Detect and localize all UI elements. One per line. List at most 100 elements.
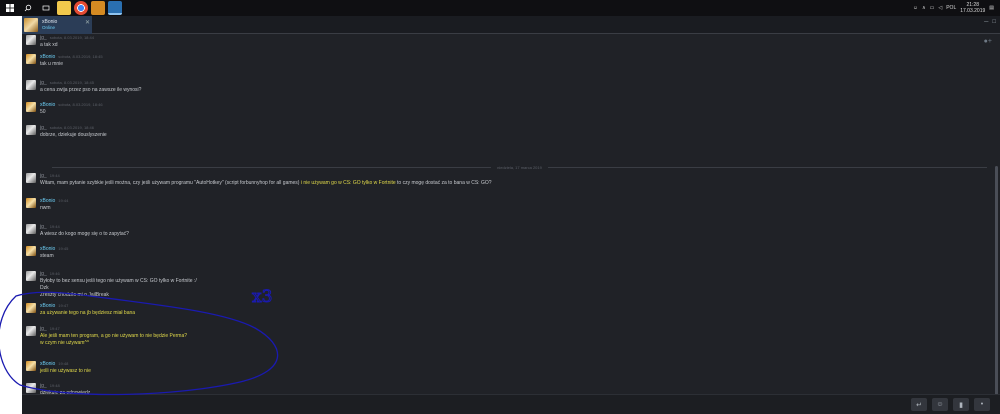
maximize-icon[interactable]: □ — [992, 19, 996, 25]
chat-message: jg_ 19:44 A wiesz do kogo mogę się o to za… — [26, 224, 129, 238]
avatar[interactable] — [26, 271, 36, 281]
send-icon[interactable]: ↵ — [911, 398, 927, 411]
chat-tab-strip: xBonio Online ✕ ─ □ — [22, 16, 1000, 34]
message-timestamp: 19:48 — [58, 361, 69, 366]
sender-name[interactable]: jg_ — [40, 271, 47, 277]
message-text: Witam, mam pytanie szybkie jeśli można, … — [40, 180, 492, 187]
message-timestamp: sobota, 8.03.2019, 18:46 — [58, 102, 103, 107]
screen: ☺ ∧ ▭ ◁ POL 21:28 17.03.2019 ▤ xBonio On… — [0, 0, 1000, 414]
avatar[interactable] — [26, 361, 36, 371]
chat-message: xBonio sobota, 8.03.2019, 18:46 50 — [26, 102, 103, 116]
chat-message: jg_ sobota, 8.03.2019, 18:45 a cena zwija … — [26, 80, 141, 94]
sender-name[interactable]: jg_ — [40, 80, 47, 86]
chat-message: jg_ 19:44 Witam, mam pytanie szybkie jeśli… — [26, 173, 492, 187]
avatar[interactable] — [26, 246, 36, 256]
chat-message: xBonio 19:44 nwm — [26, 198, 68, 212]
sender-name[interactable]: jg_ — [40, 173, 47, 179]
chat-message: jg_ sobota, 8.03.2019, 18:46 dobrze, dziek… — [26, 125, 107, 139]
avatar[interactable] — [26, 224, 36, 234]
avatar[interactable] — [26, 35, 36, 45]
message-text: nwm — [40, 205, 51, 211]
message-text: jeśli nie używasz to nie — [40, 368, 91, 374]
system-tray: ☺ ∧ ▭ ◁ POL 21:28 17.03.2019 ▤ — [913, 0, 994, 16]
sender-name[interactable]: xBonio — [40, 102, 55, 108]
message-timestamp: sobota, 8.03.2019, 18:44 — [49, 35, 94, 40]
message-text: tak u mnie — [40, 61, 64, 67]
avatar[interactable] — [26, 80, 36, 90]
sender-name[interactable]: jg_ — [40, 326, 47, 332]
avatar[interactable] — [26, 326, 36, 336]
avatar[interactable] — [26, 125, 36, 135]
sender-name[interactable]: jg_ — [40, 383, 47, 389]
people-icon[interactable]: ☺ — [913, 5, 918, 11]
steam-chat-window: xBonio Online ✕ ─ □ ●+ niedziela, 17 mar… — [22, 16, 1000, 414]
sender-name[interactable]: xBonio — [40, 361, 55, 367]
message-timestamp: 19:45 — [58, 246, 69, 251]
chat-message: xBonio 19:48 jeśli nie używasz to nie — [26, 361, 91, 375]
message-text: za używanie tego na jb będziesz miał ban… — [40, 310, 136, 316]
chat-message: jg_ 19:47 Ale jeśli mam ten program, a go … — [26, 326, 187, 347]
chrome-icon[interactable] — [74, 1, 88, 15]
sender-name[interactable]: xBonio — [40, 303, 55, 309]
message-timestamp: 19:46 — [49, 271, 60, 276]
message-text: Byłoby to bez sensu jeśli tego nie używa… — [40, 278, 197, 284]
message-timestamp: sobota, 8.03.2019, 18:45 — [58, 54, 103, 59]
clock-date: 17.03.2019 — [960, 8, 986, 14]
close-icon[interactable]: ✕ — [85, 19, 90, 26]
avatar[interactable] — [26, 198, 36, 208]
windows-start-icon[interactable] — [2, 0, 18, 16]
volume-icon[interactable]: ◁ — [938, 5, 942, 11]
message-timestamp: 19:47 — [49, 326, 60, 331]
chat-message: jg_ sobota, 8.03.2019, 18:44 a tak xd — [26, 35, 94, 49]
message-timestamp: 19:44 — [49, 224, 60, 229]
message-timestamp: 19:48 — [49, 383, 60, 388]
message-text: dobrze, dziekuje douslyszenie — [40, 132, 107, 138]
steam-icon[interactable] — [108, 1, 122, 15]
window-controls: ─ □ — [984, 19, 996, 25]
network-icon[interactable]: ▭ — [930, 5, 935, 11]
clock[interactable]: 21:28 17.03.2019 — [960, 2, 985, 14]
avatar[interactable] — [26, 383, 36, 393]
chat-input-bar: ↵ ☺ ▮ • — [22, 394, 1000, 414]
message-timestamp: 19:47 — [58, 303, 69, 308]
message-text: Zreszty chodziło mi o JailBreak — [40, 292, 109, 298]
message-timestamp: sobota, 8.03.2019, 18:46 — [49, 125, 94, 130]
message-segment: to czy mogę dostać za to bana w CS: GO? — [395, 180, 492, 186]
file-explorer-icon[interactable] — [57, 1, 71, 15]
chat-scrollbar[interactable] — [995, 166, 998, 396]
message-timestamp: sobota, 8.03.2019, 18:45 — [49, 80, 94, 85]
emoticon-icon[interactable]: ☺ — [932, 398, 948, 411]
sender-name[interactable]: jg_ — [40, 125, 47, 131]
message-segment: Witam, mam pytanie szybkie jeśli można, … — [40, 180, 301, 186]
message-text: a cena zwija przez pso na zawsze ile wyn… — [40, 87, 142, 93]
avatar[interactable] — [26, 54, 36, 64]
minimize-icon[interactable]: ─ — [984, 19, 988, 25]
sender-name[interactable]: xBonio — [40, 54, 55, 60]
chat-message: jg_ 19:46 Byłoby to bez sensu jeśli tego n… — [26, 271, 197, 299]
avatar[interactable] — [26, 102, 36, 112]
game-icon[interactable] — [91, 1, 105, 15]
language-indicator[interactable]: POL — [946, 5, 956, 11]
chat-message: xBonio 19:47 za używanie tego na jb będzie… — [26, 303, 135, 317]
voice-icon[interactable]: • — [974, 398, 990, 411]
notifications-icon[interactable]: ▤ — [989, 5, 994, 11]
message-text: w czym nie używam^^ — [40, 340, 90, 346]
avatar[interactable] — [26, 173, 36, 183]
search-icon[interactable] — [20, 0, 36, 16]
chat-tab-xbonio[interactable]: xBonio Online ✕ — [22, 16, 92, 34]
task-view-icon[interactable] — [38, 0, 54, 16]
chat-log: niedziela, 17 marca 2019 jg_ sobota, 8.03… — [22, 35, 994, 395]
message-text: Ale jeśli mam ten program, a go nie używ… — [40, 333, 188, 339]
attach-icon[interactable]: ▮ — [953, 398, 969, 411]
sender-name[interactable]: jg_ — [40, 35, 47, 41]
message-text: A wiesz do kogo mogę się o to zapytać? — [40, 231, 129, 237]
chevron-up-icon[interactable]: ∧ — [922, 5, 926, 11]
message-highlight: i nie używam go w CS: GO tylko w Fortnit… — [300, 180, 396, 186]
sender-name[interactable]: jg_ — [40, 224, 47, 230]
date-divider-label: niedziela, 17 marca 2019 — [497, 164, 542, 170]
sender-name[interactable]: xBonio — [40, 198, 55, 204]
message-timestamp: 19:44 — [58, 198, 69, 203]
sender-name[interactable]: xBonio — [40, 246, 55, 252]
avatar[interactable] — [26, 303, 36, 313]
message-text: 50 — [40, 109, 46, 115]
